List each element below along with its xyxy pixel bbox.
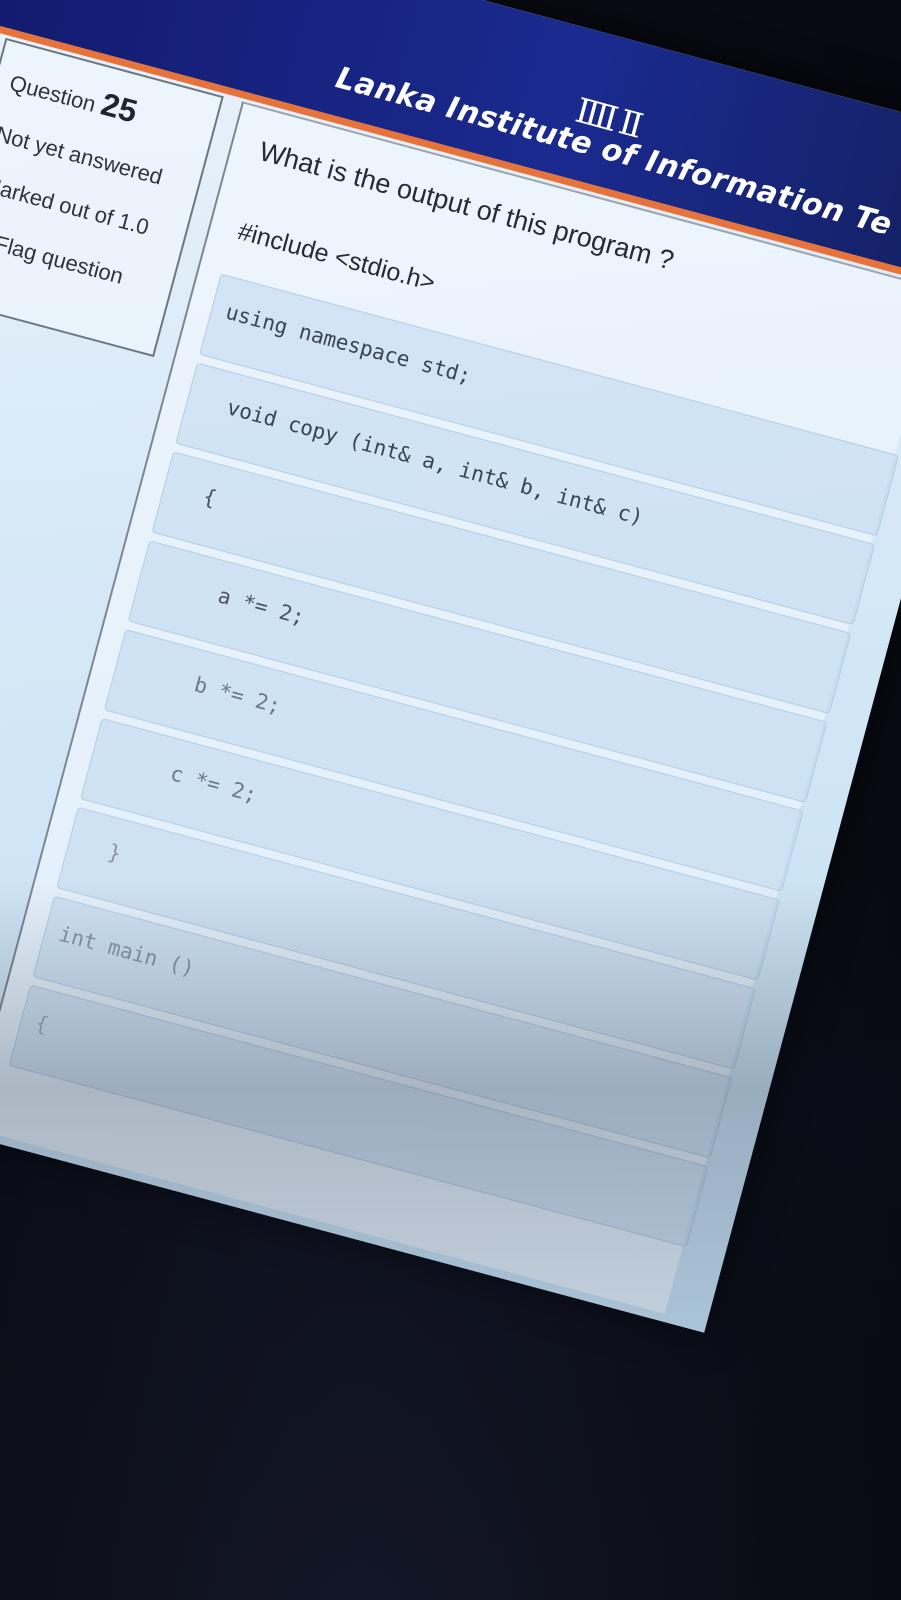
code-line-text: { xyxy=(200,484,220,511)
photo-of-monitor: ⅡⅡ Ⅱ Lanka Institute of Information Te Q… xyxy=(0,0,901,1600)
question-number: 25 xyxy=(97,85,142,130)
flag-question-button[interactable]: Flag question xyxy=(0,224,126,290)
code-line-text: a *= 2; xyxy=(215,583,308,630)
code-line-text: using namespace std; xyxy=(223,299,474,389)
question-label: Question xyxy=(7,69,99,117)
code-line-text: { xyxy=(32,1010,52,1038)
question-number-line: Question25 xyxy=(6,61,141,130)
code-line-text: } xyxy=(105,839,124,867)
browser-viewport: ⅡⅡ Ⅱ Lanka Institute of Information Te Q… xyxy=(0,0,901,1333)
code-line-text: int main () xyxy=(56,921,198,981)
code-line-text: c *= 2; xyxy=(167,761,260,808)
flag-question-label: Flag question xyxy=(0,230,126,289)
question-status: Not yet answered xyxy=(0,121,166,190)
code-line-text: b *= 2; xyxy=(191,672,284,719)
